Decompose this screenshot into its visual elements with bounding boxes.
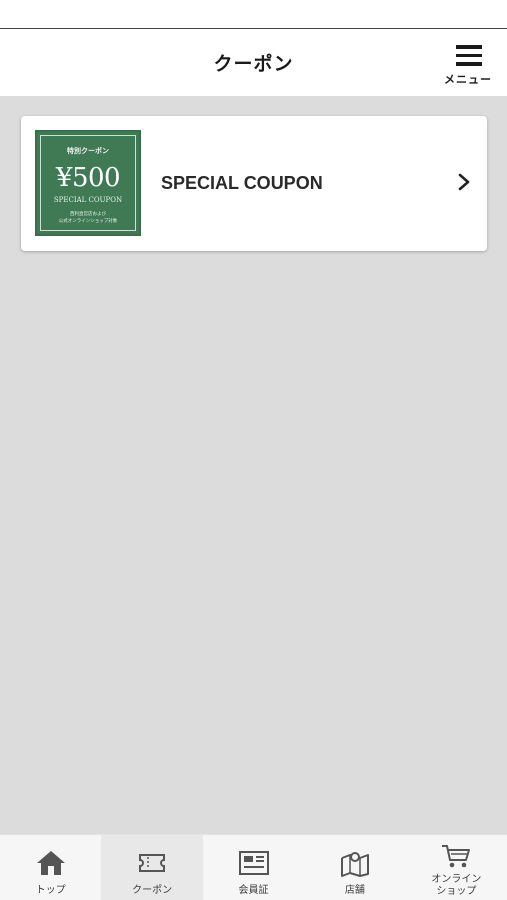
thumbnail-heading: 特別クーポン bbox=[67, 147, 109, 155]
page-title: クーポン bbox=[213, 53, 294, 75]
tab-label-top: トップ bbox=[35, 885, 66, 896]
thumbnail-note: 西利直営店および 公式オンラインショップ対象 bbox=[41, 211, 135, 225]
tab-coupon[interactable]: クーポン bbox=[101, 835, 203, 900]
thumbnail-price: ¥500 bbox=[55, 163, 121, 193]
coupon-card[interactable]: 特別クーポン ¥500 SPECIAL COUPON 西利直営店および 公式オン… bbox=[21, 116, 487, 251]
coupon-thumbnail-frame: 特別クーポン ¥500 SPECIAL COUPON 西利直営店および 公式オン… bbox=[40, 135, 136, 231]
status-bar bbox=[0, 0, 507, 28]
tab-label-online-shop-line1: オンライン bbox=[431, 874, 482, 885]
thumbnail-note-line1: 西利直営店および bbox=[70, 212, 106, 217]
app-header: クーポン メニュー bbox=[0, 28, 507, 96]
thumbnail-subtitle: SPECIAL COUPON bbox=[53, 196, 123, 204]
tab-member-card[interactable]: 会員証 bbox=[203, 835, 304, 900]
menu-button[interactable]: メニュー bbox=[437, 43, 499, 89]
member-card-icon bbox=[238, 851, 269, 875]
menu-label: メニュー bbox=[444, 73, 492, 86]
hamburger-icon bbox=[456, 45, 482, 66]
tab-store[interactable]: 店舗 bbox=[304, 835, 405, 900]
tab-top[interactable]: トップ bbox=[0, 835, 101, 900]
tab-online-shop[interactable]: オンライン ショップ bbox=[406, 835, 507, 900]
thumbnail-note-line2: 公式オンラインショップ対象 bbox=[58, 219, 118, 224]
bottom-tab-bar: トップ クーポン 会員証 店舗 オンライン ショップ bbox=[0, 834, 507, 900]
map-icon bbox=[340, 852, 369, 877]
tab-label-coupon: クーポン bbox=[132, 885, 173, 896]
coupon-title: SPECIAL COUPON bbox=[161, 173, 323, 193]
tab-label-member-card: 会員証 bbox=[238, 885, 269, 896]
cart-icon bbox=[442, 845, 471, 868]
chevron-right-icon bbox=[458, 173, 470, 191]
tab-label-online-shop: オンライン ショップ bbox=[406, 874, 507, 898]
coupon-list-area: 特別クーポン ¥500 SPECIAL COUPON 西利直営店および 公式オン… bbox=[0, 96, 507, 834]
coupon-thumbnail: 特別クーポン ¥500 SPECIAL COUPON 西利直営店および 公式オン… bbox=[35, 130, 141, 236]
tab-label-online-shop-line2: ショップ bbox=[436, 886, 477, 897]
ticket-icon bbox=[139, 854, 166, 872]
tab-label-store: 店舗 bbox=[344, 885, 365, 896]
home-icon bbox=[36, 851, 65, 875]
